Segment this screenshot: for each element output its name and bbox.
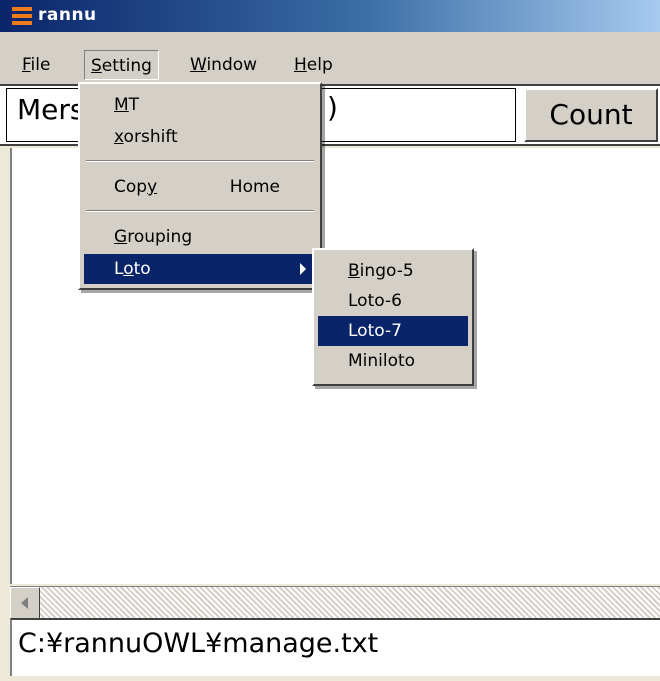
- menu-item-label: xorshift: [114, 127, 178, 147]
- menu-item-label: Bingo-5: [348, 261, 414, 281]
- menu-item-label: Loto: [114, 259, 151, 279]
- menu-help[interactable]: Help: [288, 50, 339, 80]
- menu-separator: [86, 210, 314, 212]
- app-icon: [12, 7, 32, 25]
- scroll-left-button[interactable]: [10, 587, 40, 619]
- menu-item-label: Grouping: [114, 227, 193, 247]
- title-bar[interactable]: rannu: [0, 0, 660, 32]
- horizontal-scrollbar[interactable]: [10, 586, 660, 619]
- menu-item-xorshift[interactable]: xorshift: [84, 122, 316, 152]
- app-window: rannu File Setting Window Help Mers ) Co…: [0, 0, 660, 681]
- loto-submenu: Bingo-5 Loto-6 Loto-7 Miniloto: [312, 248, 474, 386]
- menu-item-mt[interactable]: MT: [84, 90, 316, 120]
- arrow-left-icon: [21, 597, 28, 609]
- menu-item-grouping[interactable]: Grouping: [84, 222, 316, 252]
- menu-separator: [86, 160, 314, 162]
- submenu-arrow-icon: [300, 263, 306, 275]
- generator-combo-value-tail: ): [327, 91, 338, 124]
- menu-item-label: Copy: [114, 177, 158, 197]
- status-path: C:¥rannuOWL¥manage.txt: [18, 628, 379, 659]
- count-button[interactable]: Count: [524, 88, 658, 142]
- menu-label: Setting: [91, 56, 152, 76]
- menu-label: Window: [190, 55, 258, 75]
- menu-setting[interactable]: Setting: [84, 50, 159, 80]
- menu-item-label: MT: [114, 95, 140, 115]
- menu-item-loto[interactable]: Loto: [84, 254, 316, 284]
- status-bar: C:¥rannuOWL¥manage.txt: [10, 618, 660, 676]
- menu-label: Help: [294, 55, 333, 75]
- setting-menu: MT xorshift Copy Home Grouping Loto: [78, 82, 322, 290]
- window-title: rannu: [38, 5, 97, 25]
- menu-item-bingo-5[interactable]: Bingo-5: [318, 256, 468, 286]
- menu-item-copy[interactable]: Copy Home: [84, 172, 316, 202]
- menu-item-loto-7[interactable]: Loto-7: [318, 316, 468, 346]
- menu-window[interactable]: Window: [184, 50, 263, 80]
- generator-combo-value: Mers: [17, 93, 85, 126]
- menu-label: File: [22, 55, 51, 75]
- copy-shortcut: Home: [229, 177, 280, 197]
- menu-item-loto-6[interactable]: Loto-6: [318, 286, 468, 316]
- menu-file[interactable]: File: [16, 50, 56, 80]
- menu-item-miniloto[interactable]: Miniloto: [318, 346, 468, 376]
